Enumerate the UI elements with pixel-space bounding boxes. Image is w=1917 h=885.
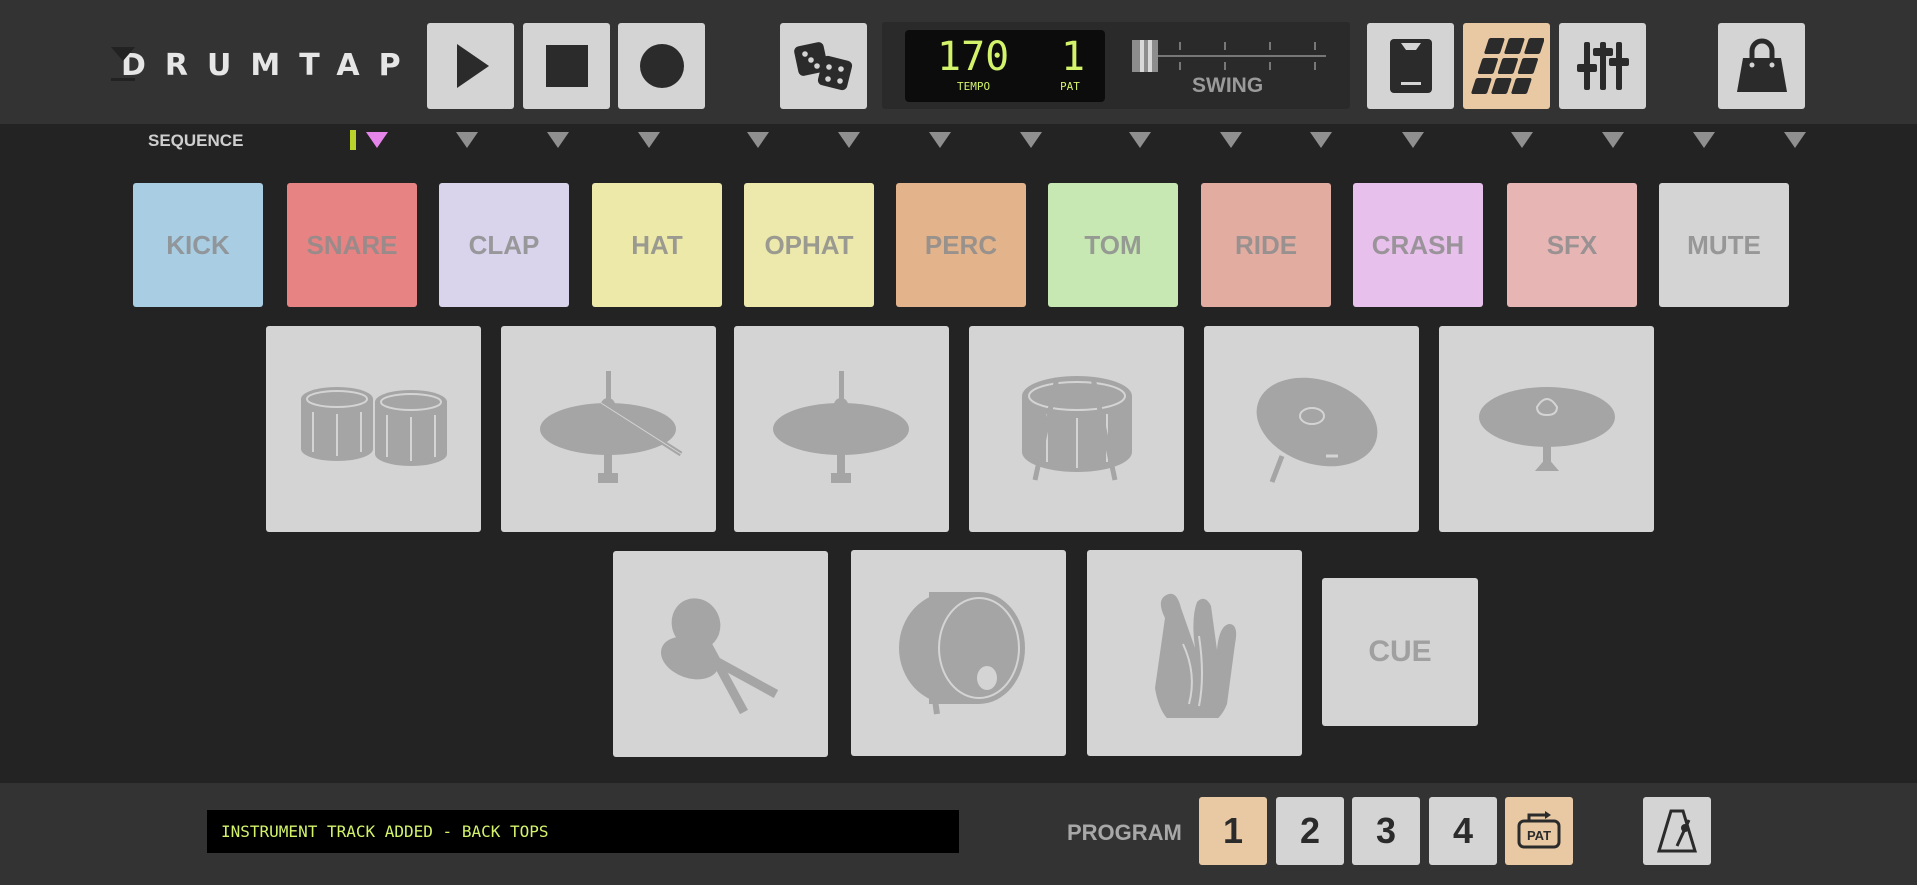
toms-icon [300, 387, 447, 466]
sequence-step-marker[interactable] [1693, 132, 1715, 148]
sequence-step-marker[interactable] [1220, 132, 1242, 148]
phone-icon [1389, 39, 1432, 93]
drum-pad-bass-drum[interactable] [851, 550, 1066, 756]
clap-hands-icon [1154, 593, 1236, 718]
instrument-label: KICK [166, 229, 230, 260]
pattern-value: 1 [1061, 34, 1086, 80]
phone-view-button[interactable] [1367, 23, 1454, 109]
tempo-display[interactable]: 170 TEMPO 1 PAT [905, 30, 1105, 102]
sequence-step-marker[interactable] [1020, 132, 1042, 148]
program-slot-4[interactable]: 4 [1429, 797, 1497, 865]
program-slot-1[interactable]: 1 [1199, 797, 1267, 865]
instrument-pad-perc[interactable]: PERC [896, 183, 1026, 307]
dice-icon [793, 42, 852, 91]
sequence-playhead-marker[interactable] [366, 132, 388, 148]
instrument-pad-ride[interactable]: RIDE [1201, 183, 1331, 307]
cue-label: CUE [1368, 635, 1432, 668]
instrument-label: RIDE [1234, 229, 1298, 260]
app-logo: DRUMTAP [103, 40, 403, 90]
instrument-label: SNARE [306, 229, 398, 260]
ride-cymbal-icon [1478, 387, 1615, 471]
step-indicator [350, 130, 356, 150]
sequence-step-marker[interactable] [1784, 132, 1806, 148]
crash-cymbal-icon [1256, 377, 1377, 483]
instrument-pad-hat[interactable]: HAT [592, 183, 722, 307]
tempo-label: TEMPO [957, 80, 991, 93]
record-button[interactable] [618, 23, 705, 109]
tempo-value: 170 [937, 34, 1010, 80]
drum-pad-toms[interactable] [266, 326, 481, 532]
sequence-step-marker[interactable] [747, 132, 769, 148]
shop-bag-icon [1736, 38, 1787, 92]
play-icon [456, 44, 489, 88]
sequence-step-marker[interactable] [1602, 132, 1624, 148]
sequence-step-marker[interactable] [1310, 132, 1332, 148]
drum-pad-ride[interactable] [1439, 326, 1654, 532]
metronome-icon [1656, 809, 1698, 853]
instrument-pad-mute[interactable]: MUTE [1659, 183, 1789, 307]
instrument-pad-ophat[interactable]: OPHAT [744, 183, 874, 307]
maracas-icon [660, 598, 778, 714]
drum-pad-snare[interactable] [969, 326, 1184, 532]
sequence-step-marker[interactable] [1129, 132, 1151, 148]
hihat-icon [772, 371, 909, 483]
instrument-label: MUTE [1687, 229, 1761, 260]
record-icon [639, 44, 684, 88]
drum-pad-hihat[interactable] [734, 326, 949, 532]
bass-drum-icon [898, 592, 1025, 715]
program-slot-2[interactable]: 2 [1276, 797, 1344, 865]
instrument-pad-clap[interactable]: CLAP [439, 183, 569, 307]
instrument-label: HAT [631, 229, 683, 260]
instrument-label: CRASH [1371, 229, 1465, 260]
instrument-pad-snare[interactable]: SNARE [287, 183, 417, 307]
pattern-loop-label: PAT [1527, 828, 1551, 843]
drum-pad-crash[interactable] [1204, 326, 1419, 532]
sequence-step-marker[interactable] [838, 132, 860, 148]
drum-pad-hihat-stick[interactable] [501, 326, 716, 532]
sequence-step-marker[interactable] [456, 132, 478, 148]
swing-slider[interactable] [1130, 36, 1330, 76]
stop-icon [545, 45, 588, 87]
stop-button[interactable] [523, 23, 610, 109]
randomize-button[interactable] [780, 23, 867, 109]
pattern-loop-icon: PAT [1517, 811, 1561, 849]
instrument-label: CLAP [468, 229, 540, 260]
cue-pad[interactable]: CUE [1322, 578, 1478, 726]
instrument-pad-kick[interactable]: KICK [133, 183, 263, 307]
pattern-loop-button[interactable]: PAT [1505, 797, 1573, 865]
instrument-label: OPHAT [764, 229, 854, 260]
metronome-button[interactable] [1643, 797, 1711, 865]
instrument-pad-sfx[interactable]: SFX [1507, 183, 1637, 307]
swing-slider-handle[interactable] [1132, 40, 1158, 72]
hihat-stick-icon [539, 371, 682, 483]
instrument-label: SFX [1546, 229, 1598, 260]
sequence-label: SEQUENCE [148, 131, 244, 150]
program-label: PROGRAM [1067, 820, 1182, 845]
instrument-label: TOM [1084, 229, 1142, 260]
sequence-step-marker[interactable] [1511, 132, 1533, 148]
pattern-label: PAT [1060, 80, 1080, 93]
pads-view-button[interactable] [1463, 23, 1550, 109]
swing-label: SWING [1192, 74, 1264, 97]
mixer-button[interactable] [1559, 23, 1646, 109]
instrument-pad-crash[interactable]: CRASH [1353, 183, 1483, 307]
app-name: DRUMTAP [121, 47, 420, 83]
instrument-label: PERC [924, 229, 998, 260]
sequence-step-marker[interactable] [929, 132, 951, 148]
shop-button[interactable] [1718, 23, 1805, 109]
instrument-pad-tom[interactable]: TOM [1048, 183, 1178, 307]
sequence-step-marker[interactable] [547, 132, 569, 148]
pad-grid-icon [1470, 38, 1544, 94]
sequence-step-marker[interactable] [1402, 132, 1424, 148]
snare-drum-icon [1021, 376, 1132, 481]
mixer-icon [1576, 42, 1629, 90]
drum-pad-clap[interactable] [1087, 550, 1302, 756]
status-message: INSTRUMENT TRACK ADDED - BACK TOPS [207, 810, 959, 853]
play-button[interactable] [427, 23, 514, 109]
drum-pad-maracas[interactable] [613, 551, 828, 757]
sequence-step-marker[interactable] [638, 132, 660, 148]
program-slot-3[interactable]: 3 [1352, 797, 1420, 865]
